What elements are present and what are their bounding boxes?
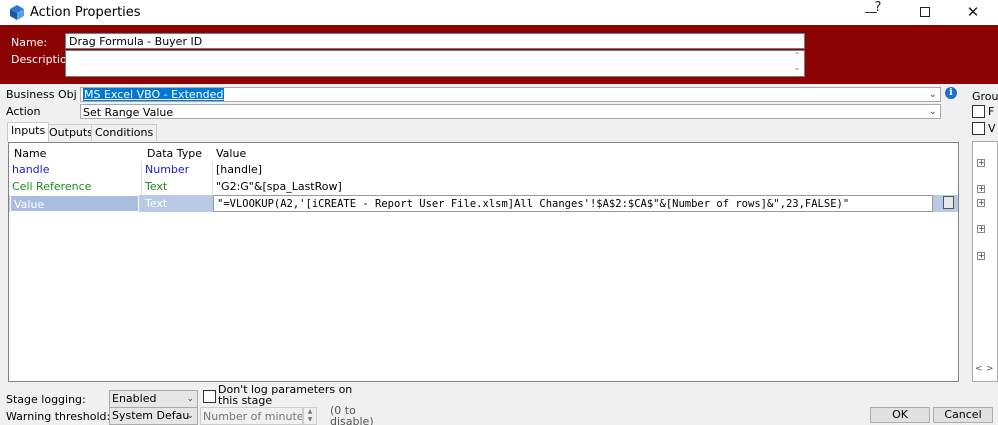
param-name: Value xyxy=(10,195,139,212)
app-icon xyxy=(10,5,24,20)
help-button[interactable]: ? xyxy=(868,0,888,20)
description-field[interactable] xyxy=(65,50,805,77)
right-tree[interactable]: + + + + + < > xyxy=(972,141,998,382)
stage-logging-value: Enabled xyxy=(112,392,157,405)
scroll-down-icon[interactable]: ⌄ xyxy=(789,62,805,74)
tab-outputs[interactable]: Outputs xyxy=(45,124,97,141)
scroll-left-icon[interactable]: < xyxy=(975,364,983,374)
parameters-grid[interactable]: Name Data Type Value handle Number [hand… xyxy=(8,142,959,382)
ok-button[interactable]: OK xyxy=(870,407,930,423)
right-panel-title: Grou xyxy=(972,90,998,103)
name-label: Name: xyxy=(11,36,48,49)
title-bar: Action Properties — ? ✕ xyxy=(0,0,998,25)
disable-hint: (0 to disable) xyxy=(330,405,374,425)
dont-log-checkbox[interactable] xyxy=(203,390,216,403)
param-value[interactable]: "G2:G"&[spa_LastRow] xyxy=(213,178,933,195)
scroll-up-icon[interactable]: ⌃ xyxy=(789,50,805,62)
action-value: Set Range Value xyxy=(83,106,174,119)
maximize-icon xyxy=(920,7,930,17)
expand-icon[interactable]: + xyxy=(977,185,985,193)
param-value[interactable]: [handle] xyxy=(213,161,933,178)
right-panel-checkbox-2[interactable] xyxy=(972,122,985,135)
minutes-input[interactable] xyxy=(200,407,303,425)
info-icon[interactable]: i xyxy=(945,87,957,99)
chevron-down-icon: ⌄ xyxy=(186,411,194,421)
right-panel-item-2: V xyxy=(988,122,996,135)
warning-threshold-value: System Defau xyxy=(112,409,190,422)
param-value-input[interactable]: "=VLOOKUP(A2,'[iCREATE - Report User Fil… xyxy=(213,195,933,212)
param-type: Text xyxy=(145,197,168,210)
minutes-stepper[interactable]: ▲ ▼ xyxy=(303,407,317,425)
description-scrollbar[interactable]: ⌃ ⌄ xyxy=(789,50,805,75)
action-select[interactable]: Set Range Value ⌄ xyxy=(80,104,941,119)
name-field[interactable]: Drag Formula - Buyer ID xyxy=(65,33,805,49)
stage-logging-label: Stage logging: xyxy=(6,393,86,406)
grid-header-row: Name Data Type Value xyxy=(9,145,958,162)
tab-inputs[interactable]: Inputs xyxy=(7,122,50,142)
right-panel-checkbox-1[interactable] xyxy=(972,105,985,118)
column-header-name: Name xyxy=(14,147,47,160)
stage-logging-select[interactable]: Enabled ⌄ xyxy=(109,390,198,408)
chevron-down-icon: ⌄ xyxy=(928,106,937,117)
param-type: Number xyxy=(142,161,213,178)
expand-icon[interactable]: + xyxy=(977,252,985,260)
table-row[interactable]: Cell Reference Text "G2:G"&[spa_LastRow] xyxy=(9,178,958,195)
cancel-button[interactable]: Cancel xyxy=(933,407,993,423)
column-header-data-type: Data Type xyxy=(147,147,203,160)
param-type: Text xyxy=(142,178,213,195)
expand-icon[interactable]: + xyxy=(977,159,985,167)
expand-icon[interactable]: + xyxy=(977,225,985,233)
action-label: Action xyxy=(6,105,41,118)
tab-conditions[interactable]: Conditions xyxy=(91,124,158,141)
business-obj-select[interactable]: MS Excel VBO - Extended ⌄ xyxy=(80,87,941,102)
right-panel-item-1: F xyxy=(988,105,995,118)
param-name: handle xyxy=(9,161,142,178)
expression-editor-icon[interactable] xyxy=(943,196,954,209)
scroll-right-icon[interactable]: > xyxy=(986,364,994,374)
table-row-selected[interactable]: Value Text "=VLOOKUP(A2,'[iCREATE - Repo… xyxy=(9,195,958,212)
maximize-button[interactable] xyxy=(902,0,948,25)
chevron-down-icon: ⌄ xyxy=(186,394,194,404)
param-name: Cell Reference xyxy=(9,178,142,195)
chevron-down-icon: ⌄ xyxy=(928,89,937,100)
window-title: Action Properties xyxy=(30,5,141,20)
column-header-value: Value xyxy=(216,147,247,160)
business-obj-label: Business Obj xyxy=(6,88,77,101)
table-row[interactable]: handle Number [handle] xyxy=(9,161,958,178)
business-obj-value: MS Excel VBO - Extended xyxy=(83,88,225,101)
expand-icon[interactable]: + xyxy=(977,199,985,207)
properties-header: Name: Drag Formula - Buyer ID Descriptio… xyxy=(0,25,998,84)
warning-threshold-label: Warning threshold: xyxy=(6,410,111,423)
close-button[interactable]: ✕ xyxy=(950,0,996,25)
warning-threshold-select[interactable]: System Defau ⌄ xyxy=(109,407,198,425)
dont-log-label: Don't log parameters on this stage xyxy=(218,384,353,406)
